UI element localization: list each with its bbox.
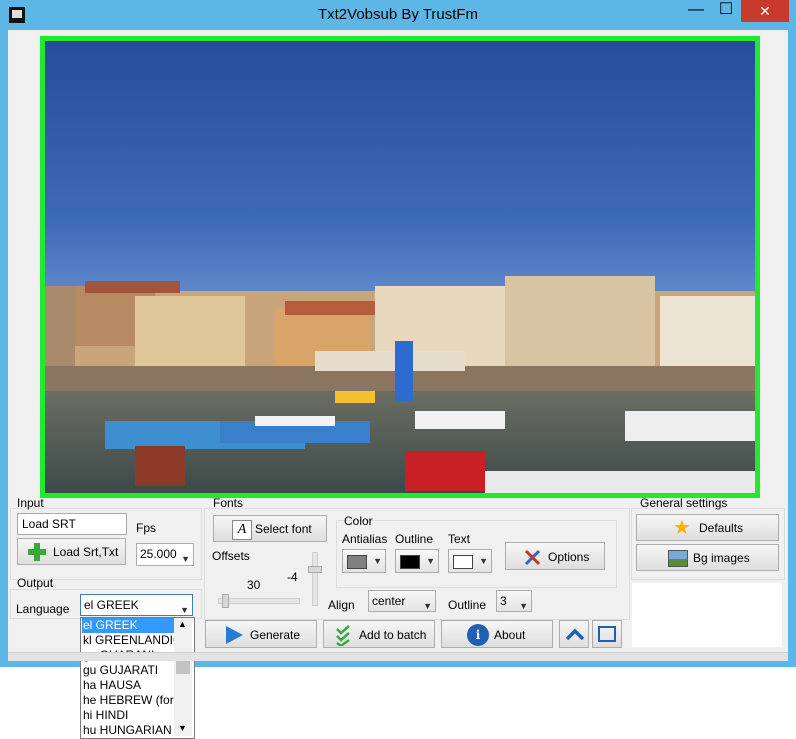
fps-select[interactable]: 25.000 ▼ [136,543,194,566]
antialias-color-select[interactable]: ▼ [342,549,386,573]
plus-icon [27,542,47,562]
input-group-label: Input [17,496,44,510]
bg-images-button[interactable]: Bg images [636,544,779,571]
align-value: center [372,594,406,608]
offset-x-slider-handle[interactable] [222,594,229,608]
offset-y-value: -4 [287,570,298,584]
offset-y-slider[interactable] [312,552,318,606]
antialias-color-swatch [347,555,367,569]
fullscreen-button[interactable] [592,620,622,648]
chevron-up-icon[interactable]: ▲ [178,619,187,629]
picture-icon [668,550,688,567]
chevron-down-icon[interactable]: ▼ [178,723,187,733]
outline-color-select[interactable]: ▼ [395,549,439,573]
chevron-up-icon [565,627,585,641]
language-option[interactable]: hu HUNGARIAN [83,723,172,738]
about-button[interactable]: i About [441,620,553,648]
text-color-label: Text [448,532,471,546]
language-option[interactable]: kl GREENLANDIC [83,633,182,648]
text-color-select[interactable]: ▼ [448,549,492,573]
language-option[interactable]: he HEBREW (form [83,693,184,708]
chevron-down-icon: ▼ [423,601,432,611]
offset-x-value: 30 [247,578,261,592]
language-label: Language [16,602,70,616]
language-option[interactable]: ha HAUSA [83,678,141,693]
about-label: About [494,628,526,642]
align-label: Align [328,598,355,612]
outline-color-swatch [400,555,420,569]
outline-size-label: Outline [448,598,487,612]
select-font-button[interactable]: A Select font [213,515,327,542]
offset-x-slider[interactable] [218,598,300,604]
add-to-batch-button[interactable]: Add to batch [323,620,435,648]
color-outline-label: Outline [395,532,434,546]
antialias-label: Antialias [342,532,388,546]
window-title: Txt2Vobsub By TrustFm [317,6,479,23]
chevron-down-icon: ▼ [519,601,528,611]
chevron-down-icon: ▼ [426,556,435,566]
chevron-down-icon: ▼ [181,554,190,564]
defaults-label: Defaults [699,521,744,535]
language-select[interactable]: el GREEK ▼ [80,594,193,616]
close-button[interactable]: ✕ [741,0,789,22]
star-icon: ★ [673,517,691,539]
language-option[interactable]: el GREEK [82,618,177,633]
align-select[interactable]: center ▼ [368,590,436,612]
status-strip [8,652,788,661]
bg-images-label: Bg images [693,551,750,565]
srt-file-field[interactable]: Load SRT [17,513,127,535]
language-option[interactable]: hi HINDI [83,708,128,723]
outline-size-value: 3 [500,594,507,608]
load-srt-txt-label: Load Srt,Txt [53,545,119,559]
chevron-down-icon: ▼ [373,556,382,566]
play-icon [223,624,245,646]
collapse-button[interactable] [559,620,589,648]
chevron-down-icon: ▼ [479,556,488,566]
maximize-button[interactable]: ☐ [711,0,741,22]
options-button[interactable]: Options [505,542,605,570]
minimize-button[interactable]: — [681,0,711,22]
offsets-label: Offsets [212,549,250,563]
outline-size-select[interactable]: 3 ▼ [496,590,532,612]
preview-image [45,41,755,493]
general-settings-label: General settings [640,496,728,510]
load-srt-txt-button[interactable]: Load Srt,Txt [17,538,126,565]
fullscreen-icon [598,626,616,642]
fps-label: Fps [136,521,157,535]
fps-value: 25.000 [140,547,177,561]
checkmarks-icon [335,624,355,648]
add-to-batch-label: Add to batch [359,628,427,642]
text-color-swatch [453,555,473,569]
language-value: el GREEK [84,598,139,612]
color-group-label: Color [344,514,373,528]
tools-icon [523,547,543,567]
defaults-button[interactable]: ★ Defaults [636,514,779,541]
font-icon: A [232,520,252,540]
info-icon: i [467,624,489,646]
bg-image-preview [632,583,782,647]
generate-button[interactable]: Generate [205,620,317,648]
offset-y-slider-handle[interactable] [308,566,322,573]
fonts-group-label: Fonts [213,496,244,510]
generate-label: Generate [250,628,301,642]
select-font-label: Select font [255,522,312,536]
output-group-label: Output [17,576,54,590]
language-option[interactable]: gu GUJARATI [83,663,158,678]
language-list-scrollbar[interactable]: ▲ ▼ [174,618,192,736]
options-label: Options [548,550,590,564]
